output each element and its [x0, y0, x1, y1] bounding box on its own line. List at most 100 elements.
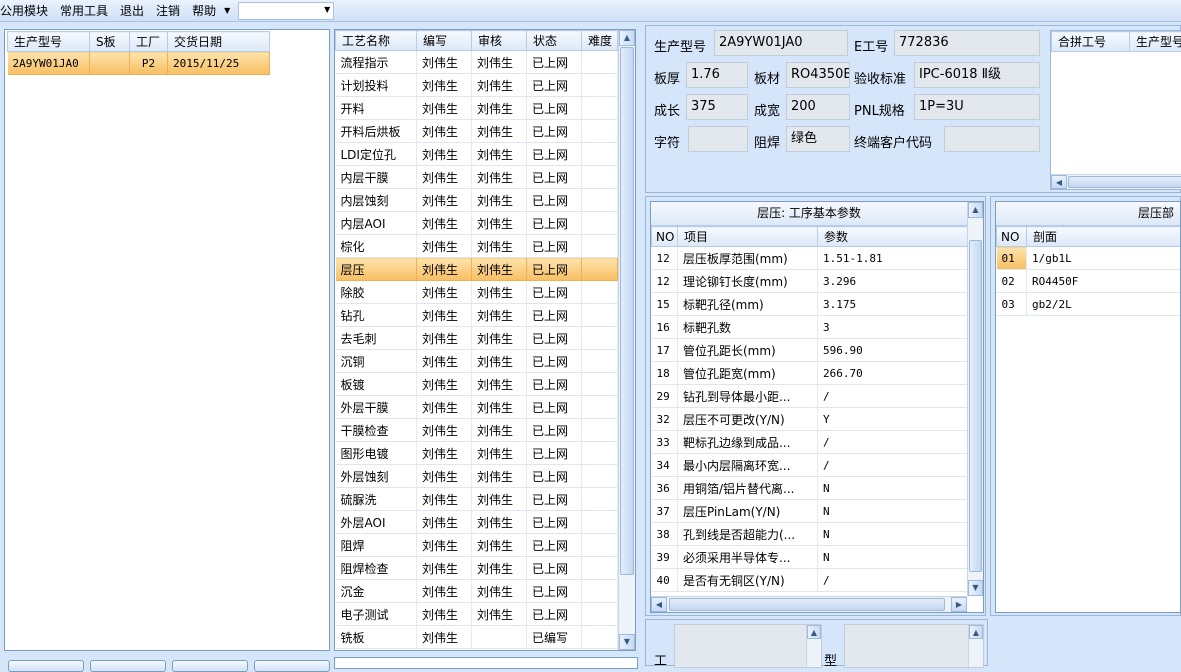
- scroll-up-icon[interactable]: ▲: [619, 30, 635, 46]
- menu-logout[interactable]: 注销: [150, 0, 186, 22]
- cell-item[interactable]: 管位孔距宽(mm): [678, 362, 818, 385]
- scroll-up-icon[interactable]: ▲: [807, 625, 821, 639]
- params-vscroll[interactable]: ▲ ▼: [967, 202, 983, 596]
- table-row[interactable]: 内层AOI刘伟生刘伟生已上网: [336, 212, 618, 235]
- cell-no[interactable]: 33: [652, 431, 678, 454]
- cell-writer[interactable]: 刘伟生: [417, 166, 472, 189]
- cell-status[interactable]: 已上网: [527, 534, 582, 557]
- cell-reviewer[interactable]: 刘伟生: [472, 511, 527, 534]
- merge-hscroll[interactable]: ◀: [1051, 174, 1181, 189]
- table-row[interactable]: 15标靶孔径(mm)3.175: [652, 293, 968, 316]
- cell-status[interactable]: 已上网: [527, 120, 582, 143]
- cell-status[interactable]: 已上网: [527, 465, 582, 488]
- cell-no[interactable]: 16: [652, 316, 678, 339]
- table-row[interactable]: 开料后烘板刘伟生刘伟生已上网: [336, 120, 618, 143]
- bottom-textarea-1[interactable]: [674, 624, 822, 668]
- table-row[interactable]: 011/gb1L: [997, 247, 1181, 270]
- cell-item[interactable]: 最小内层隔离环宽...: [678, 454, 818, 477]
- cell-status[interactable]: 已上网: [527, 258, 582, 281]
- cell-no[interactable]: 34: [652, 454, 678, 477]
- length-field[interactable]: 375: [686, 94, 748, 120]
- cell-status[interactable]: 已上网: [527, 488, 582, 511]
- cell-reviewer[interactable]: 刘伟生: [472, 166, 527, 189]
- cell-process-name[interactable]: 流程指示: [336, 51, 417, 74]
- scroll-thumb[interactable]: [969, 240, 982, 572]
- table-row[interactable]: 33靶标孔边缘到成品.../: [652, 431, 968, 454]
- cell-param[interactable]: /: [818, 569, 968, 592]
- col-merge-number[interactable]: 合拼工号: [1052, 32, 1130, 52]
- cell-difficulty[interactable]: [582, 603, 618, 626]
- bottom-text-box[interactable]: [334, 657, 638, 669]
- scroll-thumb[interactable]: [669, 598, 945, 611]
- table-row[interactable]: 棕化刘伟生刘伟生已上网: [336, 235, 618, 258]
- cell-process-name[interactable]: 沉金: [336, 580, 417, 603]
- chevron-down-icon[interactable]: ▼: [222, 0, 232, 22]
- cell-no[interactable]: 17: [652, 339, 678, 362]
- cell-section-no[interactable]: 02: [997, 270, 1027, 293]
- cell-delivery-date[interactable]: 2015/11/25: [168, 52, 270, 75]
- table-row[interactable]: 开料刘伟生刘伟生已上网: [336, 97, 618, 120]
- toolbar-dropdown[interactable]: ▼: [238, 2, 334, 20]
- table-row[interactable]: 40是否有无铜区(Y/N)/: [652, 569, 968, 592]
- table-row[interactable]: 外层蚀刻刘伟生刘伟生已上网: [336, 465, 618, 488]
- cell-difficulty[interactable]: [582, 189, 618, 212]
- cell-status[interactable]: 已上网: [527, 557, 582, 580]
- cell-section-profile[interactable]: gb2/2L: [1027, 293, 1181, 316]
- cell-status[interactable]: 已上网: [527, 373, 582, 396]
- col-status[interactable]: 状态: [527, 31, 582, 51]
- cell-reviewer[interactable]: 刘伟生: [472, 212, 527, 235]
- table-row[interactable]: 计划投料刘伟生刘伟生已上网: [336, 74, 618, 97]
- cell-writer[interactable]: 刘伟生: [417, 442, 472, 465]
- cell-status[interactable]: 已上网: [527, 143, 582, 166]
- cell-difficulty[interactable]: [582, 120, 618, 143]
- cell-writer[interactable]: 刘伟生: [417, 281, 472, 304]
- cell-difficulty[interactable]: [582, 235, 618, 258]
- table-row[interactable]: 12理论铆钉长度(mm)3.296: [652, 270, 968, 293]
- menu-help[interactable]: 帮助: [186, 0, 222, 22]
- cell-param[interactable]: N: [818, 500, 968, 523]
- cell-writer[interactable]: 刘伟生: [417, 51, 472, 74]
- cell-status[interactable]: 已上网: [527, 189, 582, 212]
- cell-section-no[interactable]: 03: [997, 293, 1027, 316]
- cell-reviewer[interactable]: 刘伟生: [472, 488, 527, 511]
- menu-exit[interactable]: 退出: [114, 0, 150, 22]
- table-row[interactable]: 34最小内层隔离环宽.../: [652, 454, 968, 477]
- acceptance-field[interactable]: IPC-6018 Ⅱ级: [914, 62, 1040, 88]
- cell-item[interactable]: 是否有无铜区(Y/N): [678, 569, 818, 592]
- table-row[interactable]: 流程指示刘伟生刘伟生已上网: [336, 51, 618, 74]
- cell-status[interactable]: 已上网: [527, 327, 582, 350]
- scroll-down-icon[interactable]: ▼: [619, 634, 635, 650]
- cell-status[interactable]: 已上网: [527, 603, 582, 626]
- cell-process-name[interactable]: 计划投料: [336, 74, 417, 97]
- table-row[interactable]: 02RO4450F: [997, 270, 1181, 293]
- cell-process-name[interactable]: 硫脲洗: [336, 488, 417, 511]
- cell-writer[interactable]: 刘伟生: [417, 189, 472, 212]
- col-no[interactable]: NO: [652, 227, 678, 247]
- col-delivery-date[interactable]: 交货日期: [168, 32, 270, 52]
- cell-section-profile[interactable]: 1/gb1L: [1027, 247, 1181, 270]
- cell-status[interactable]: 已上网: [527, 235, 582, 258]
- cell-no[interactable]: 36: [652, 477, 678, 500]
- table-row[interactable]: LDI定位孔刘伟生刘伟生已上网: [336, 143, 618, 166]
- customer-code-field[interactable]: [944, 126, 1040, 152]
- table-row[interactable]: 图形电镀刘伟生刘伟生已上网: [336, 442, 618, 465]
- cell-process-name[interactable]: 棕化: [336, 235, 417, 258]
- table-row[interactable]: 37层压PinLam(Y/N)N: [652, 500, 968, 523]
- col-section-profile[interactable]: 剖面: [1027, 227, 1181, 247]
- table-row[interactable]: 沉铜刘伟生刘伟生已上网: [336, 350, 618, 373]
- table-row[interactable]: 沉金刘伟生刘伟生已上网: [336, 580, 618, 603]
- cell-no[interactable]: 32: [652, 408, 678, 431]
- cell-param[interactable]: /: [818, 385, 968, 408]
- cell-writer[interactable]: 刘伟生: [417, 419, 472, 442]
- cell-item[interactable]: 管位孔距长(mm): [678, 339, 818, 362]
- cell-status[interactable]: 已上网: [527, 166, 582, 189]
- table-row[interactable]: 17管位孔距长(mm)596.90: [652, 339, 968, 362]
- cell-writer[interactable]: 刘伟生: [417, 327, 472, 350]
- cell-reviewer[interactable]: 刘伟生: [472, 281, 527, 304]
- cell-item[interactable]: 标靶孔数: [678, 316, 818, 339]
- params-hscroll[interactable]: ◀ ▶: [651, 596, 967, 612]
- cell-process-name[interactable]: 层压: [336, 258, 417, 281]
- cell-reviewer[interactable]: 刘伟生: [472, 304, 527, 327]
- cell-status[interactable]: 已上网: [527, 396, 582, 419]
- cell-writer[interactable]: 刘伟生: [417, 212, 472, 235]
